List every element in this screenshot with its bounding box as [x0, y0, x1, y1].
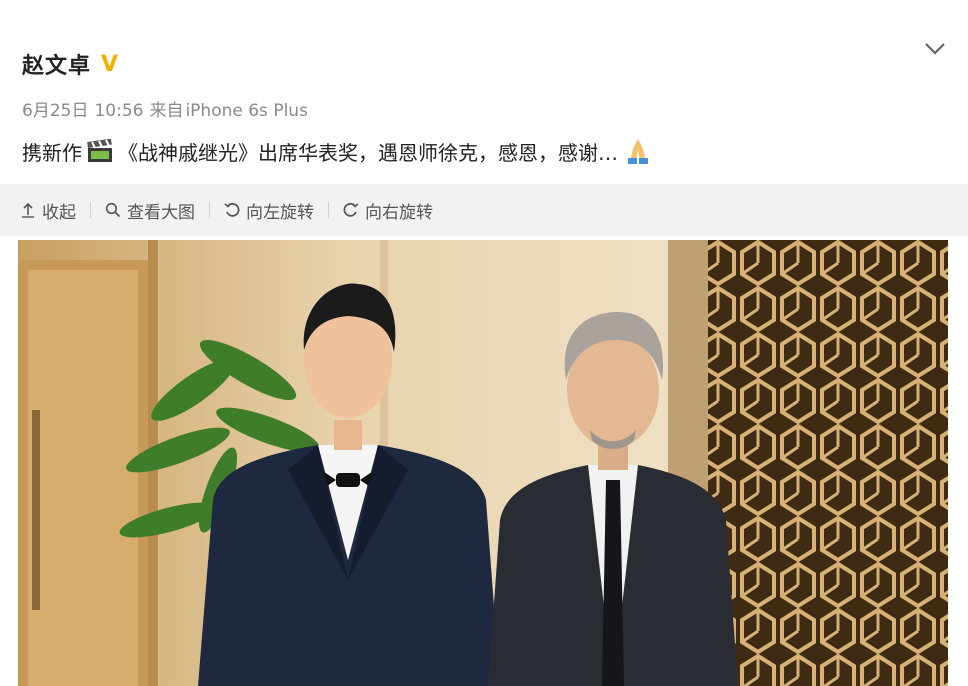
post-text-prefix: 携新作 — [22, 140, 82, 165]
arrow-up-icon — [20, 202, 36, 218]
divider — [209, 202, 210, 218]
rotate-right-icon — [343, 202, 359, 218]
magnifier-icon — [105, 202, 121, 218]
post-meta: 6月25日 10:56 来自 iPhone 6s Plus — [22, 96, 314, 121]
collapse-label: 收起 — [42, 202, 76, 223]
post-date[interactable]: 6月25日 — [22, 101, 88, 121]
post-header: 赵文卓 V — [22, 46, 118, 82]
source-prefix: 来自 — [149, 101, 184, 121]
rotate-right-label: 向右旋转 — [365, 202, 433, 223]
praying-hands-emoji-icon — [622, 136, 654, 166]
clapperboard-icon — [86, 138, 114, 163]
photo-illustration — [18, 240, 948, 686]
rotate-left-button[interactable]: 向左旋转 — [224, 198, 314, 223]
rotate-left-icon — [224, 202, 240, 218]
rotate-right-button[interactable]: 向右旋转 — [343, 198, 433, 223]
view-large-button[interactable]: 查看大图 — [105, 198, 195, 223]
image-toolbar: 收起 查看大图 向左旋转 向右旋转 — [0, 184, 968, 236]
divider — [90, 202, 91, 218]
post-time: 10:56 — [94, 101, 144, 121]
post-text: 携新作 《战神戚继光》出席华表奖，遇恩师徐克，感恩，感谢… — [22, 136, 654, 166]
username[interactable]: 赵文卓 — [22, 48, 91, 80]
post-source[interactable]: iPhone 6s Plus — [185, 101, 307, 121]
chevron-down-icon[interactable] — [920, 34, 950, 64]
collapse-button[interactable]: 收起 — [20, 198, 76, 223]
divider — [328, 202, 329, 218]
post-photo[interactable] — [18, 240, 948, 686]
rotate-left-label: 向左旋转 — [246, 202, 314, 223]
view-large-label: 查看大图 — [127, 202, 195, 223]
verified-badge-icon: V — [101, 51, 119, 77]
post-text-main: 《战神戚继光》出席华表奖，遇恩师徐克，感恩，感谢… — [118, 140, 618, 165]
